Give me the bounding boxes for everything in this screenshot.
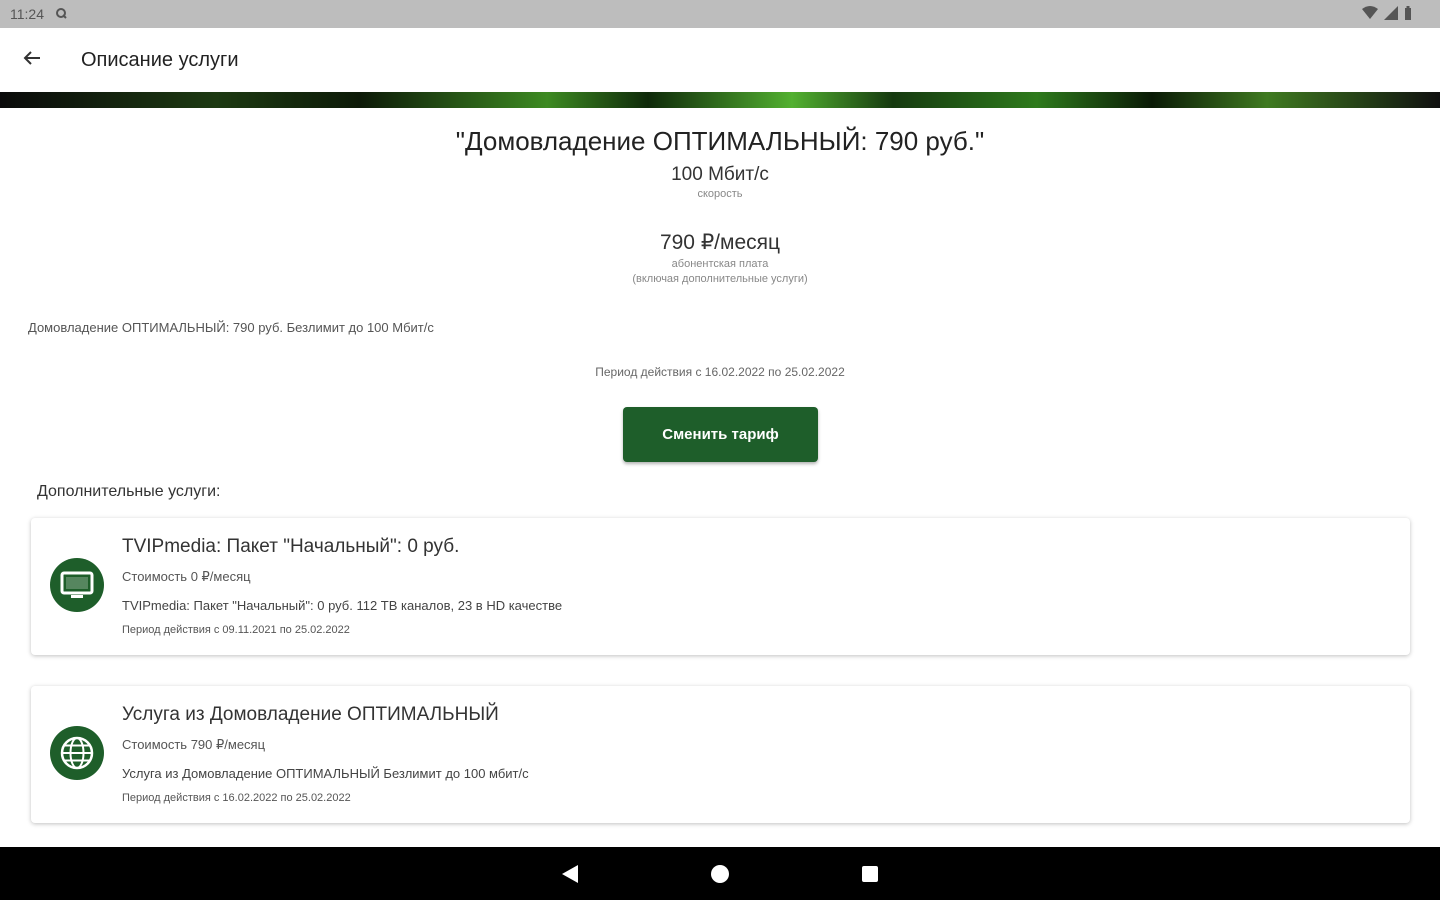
price-note: (включая дополнительные услуги) bbox=[632, 273, 808, 285]
tariff-title: "Домовладение ОПТИМАЛЬНЫЙ: 790 руб." bbox=[455, 126, 985, 156]
service-card-tv[interactable]: TVIPmedia: Пакет "Начальный": 0 руб. Сто… bbox=[31, 518, 1410, 655]
service-cost: Стоимость 790 ₽/месяц bbox=[122, 737, 266, 752]
tv-icon bbox=[50, 558, 104, 612]
tariff-period: Период действия с 16.02.2022 по 25.02.20… bbox=[595, 365, 845, 379]
app-bar: Описание услуги bbox=[0, 28, 1440, 92]
nav-back-button[interactable] bbox=[555, 859, 585, 889]
tariff-description: Домовладение ОПТИМАЛЬНЫЙ: 790 руб. Безли… bbox=[28, 320, 434, 335]
service-title: TVIPmedia: Пакет "Начальный": 0 руб. bbox=[122, 536, 460, 557]
status-bar: 11:24 bbox=[0, 0, 1440, 28]
header-banner-image bbox=[0, 92, 1440, 108]
signal-icon bbox=[1384, 5, 1398, 23]
price-value: 790 ₽/месяц bbox=[659, 231, 781, 254]
service-cost: Стоимость 0 ₽/месяц bbox=[122, 569, 251, 584]
nav-home-button[interactable] bbox=[705, 859, 735, 889]
circle-home-icon bbox=[711, 864, 729, 883]
extra-services-heading: Дополнительные услуги: bbox=[37, 483, 221, 500]
speed-value: 100 Мбит/с bbox=[671, 164, 769, 185]
service-period: Период действия с 16.02.2022 по 25.02.20… bbox=[122, 792, 351, 804]
page-title: Описание услуги bbox=[81, 48, 239, 71]
square-recents-icon bbox=[862, 865, 878, 882]
speed-label: скорость bbox=[697, 188, 743, 200]
battery-icon bbox=[1404, 5, 1412, 23]
arrow-back-icon bbox=[22, 48, 42, 73]
wifi-icon bbox=[1362, 5, 1378, 23]
service-description: TVIPmedia: Пакет "Начальный": 0 руб. 112… bbox=[122, 598, 563, 613]
change-tariff-button[interactable]: Сменить тариф bbox=[623, 407, 818, 462]
status-time: 11:24 bbox=[10, 6, 44, 22]
service-title: Услуга из Домовладение ОПТИМАЛЬНЫЙ bbox=[122, 704, 499, 725]
price-label: абонентская плата bbox=[671, 258, 769, 270]
triangle-back-icon bbox=[562, 864, 578, 883]
service-period: Период действия с 09.11.2021 по 25.02.20… bbox=[122, 624, 350, 636]
system-nav-bar bbox=[0, 847, 1440, 900]
service-description: Услуга из Домовладение ОПТИМАЛЬНЫЙ Безли… bbox=[122, 766, 529, 781]
nav-recents-button[interactable] bbox=[855, 859, 885, 889]
service-card-internet[interactable]: Услуга из Домовладение ОПТИМАЛЬНЫЙ Стоим… bbox=[31, 686, 1410, 823]
back-button[interactable] bbox=[0, 28, 64, 92]
globe-icon bbox=[50, 726, 104, 780]
sync-icon bbox=[54, 6, 68, 23]
